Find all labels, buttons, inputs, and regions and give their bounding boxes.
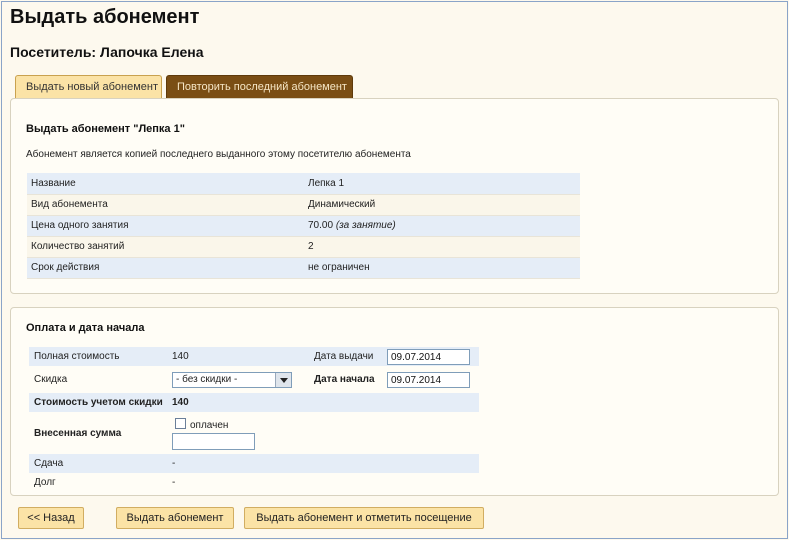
change-value: - (172, 458, 176, 469)
discount-selected-value: - без скидки - (176, 374, 238, 385)
price-suffix: (за занятие) (335, 220, 396, 231)
table-row: Цена одного занятия 70.00 (за занятие) (27, 215, 580, 237)
paid-amount-label: Внесенная сумма (34, 428, 122, 439)
paid-amount-row: Внесенная сумма оплачен (29, 416, 479, 454)
detail-label-name: Название (27, 173, 304, 195)
tab-new-subscription[interactable]: Выдать новый абонемент (15, 75, 162, 98)
discount-row: Скидка - без скидки - Дата начала (29, 370, 479, 389)
subscription-heading: Выдать абонемент "Лепка 1" (26, 123, 185, 135)
full-cost-value: 140 (172, 351, 189, 362)
issue-date-label: Дата выдачи (314, 351, 374, 362)
detail-value-name: Лепка 1 (304, 173, 580, 195)
debt-label: Долг (34, 477, 56, 488)
full-cost-label: Полная стоимость (34, 351, 120, 362)
discount-select[interactable]: - без скидки - (172, 372, 292, 388)
tab-repeat-last-subscription[interactable]: Повторить последний абонемент (166, 75, 353, 98)
discounted-cost-label: Стоимость учетом скидки (34, 397, 163, 408)
start-date-label: Дата начала (314, 374, 375, 385)
issue-date-input[interactable] (387, 349, 470, 365)
issue-subscription-button[interactable]: Выдать абонемент (116, 507, 234, 529)
paid-checkbox[interactable] (175, 418, 186, 429)
paid-amount-input[interactable] (172, 433, 255, 450)
detail-value-price: 70.00 (за занятие) (304, 215, 580, 237)
payment-heading: Оплата и дата начала (26, 322, 145, 334)
payment-panel: Оплата и дата начала Полная стоимость 14… (10, 307, 779, 496)
detail-value-type: Динамический (304, 194, 580, 216)
detail-value-validity: не ограничен (304, 257, 580, 279)
paid-checkbox-label: оплачен (190, 420, 229, 431)
discounted-cost-value: 140 (172, 397, 189, 408)
debt-value: - (172, 477, 176, 488)
discounted-cost-row: Стоимость учетом скидки 140 (29, 393, 479, 412)
issue-and-mark-visit-button[interactable]: Выдать абонемент и отметить посещение (244, 507, 484, 529)
table-row: Вид абонемента Динамический (27, 194, 580, 216)
change-label: Сдача (34, 458, 64, 469)
subscription-details-table: Название Лепка 1 Вид абонемента Динамиче… (27, 173, 580, 279)
detail-value-count: 2 (304, 236, 580, 258)
full-cost-row: Полная стоимость 140 Дата выдачи (29, 347, 479, 366)
price-value: 70.00 (308, 220, 334, 231)
table-row: Количество занятий 2 (27, 236, 580, 258)
subscription-panel: Выдать абонемент "Лепка 1" Абонемент явл… (10, 98, 779, 294)
chevron-down-icon[interactable] (275, 373, 291, 387)
back-button[interactable]: << Назад (18, 507, 84, 529)
table-row: Срок действия не ограничен (27, 257, 580, 279)
detail-label-type: Вид абонемента (27, 194, 304, 216)
table-row: Название Лепка 1 (27, 173, 580, 195)
discount-label: Скидка (34, 374, 68, 385)
debt-row: Долг - (29, 473, 479, 492)
detail-label-count: Количество занятий (27, 236, 304, 258)
visitor-name: Посетитель: Лапочка Елена (10, 44, 204, 60)
detail-label-price: Цена одного занятия (27, 215, 304, 237)
subscription-note: Абонемент является копией последнего выд… (26, 149, 411, 160)
detail-label-validity: Срок действия (27, 257, 304, 279)
change-row: Сдача - (29, 454, 479, 473)
page-title: Выдать абонемент (10, 6, 200, 28)
start-date-input[interactable] (387, 372, 470, 388)
